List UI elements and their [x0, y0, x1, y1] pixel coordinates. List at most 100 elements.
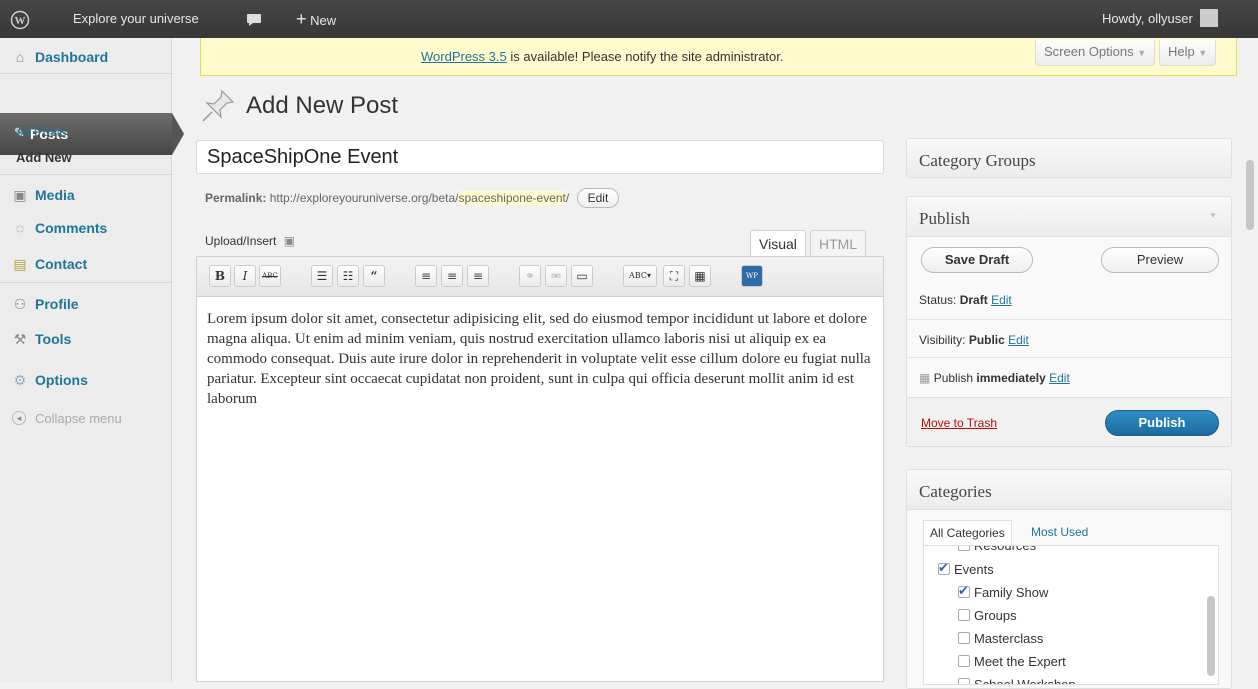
- sidebar-item-contact[interactable]: ▤ Contact: [0, 247, 172, 281]
- category-item[interactable]: Events: [938, 560, 994, 577]
- category-groups-title: Category Groups: [919, 151, 1036, 170]
- add-media-icon[interactable]: ▣: [284, 234, 295, 248]
- comments-icon[interactable]: [246, 0, 262, 38]
- blockquote-icon[interactable]: “: [363, 265, 385, 287]
- scrollbar-thumb[interactable]: [1207, 596, 1215, 676]
- editor-toolbar: B I ABC ☰ ☷ “ ≡ ≡ ≡ ⚭ ⚮ ▭ ABC▾ ⛶ ▦ WP: [197, 257, 883, 297]
- submenu-all-posts[interactable]: All Posts: [16, 124, 67, 139]
- collapse-icon: ◂: [12, 411, 26, 425]
- save-draft-button[interactable]: Save Draft: [921, 247, 1033, 273]
- category-checklist: Resources Events Family Show Groups Mast…: [923, 545, 1219, 685]
- publish-button[interactable]: Publish: [1105, 410, 1219, 436]
- tab-visual[interactable]: Visual: [750, 230, 806, 256]
- help-label: Help: [1168, 44, 1195, 59]
- edit-publish-time-link[interactable]: Edit: [1049, 371, 1070, 385]
- sidebar-item-media[interactable]: ▣ Media: [0, 178, 172, 212]
- kitchen-sink-icon[interactable]: ▦: [689, 265, 711, 287]
- contact-icon: ▤: [13, 256, 27, 272]
- post-title-input[interactable]: SpaceShipOne Event: [196, 140, 884, 174]
- category-label: Meet the Expert: [974, 654, 1066, 669]
- checkbox[interactable]: [958, 632, 970, 644]
- help-button[interactable]: Help ▼: [1159, 40, 1217, 66]
- menu-separator: [0, 73, 172, 74]
- tab-all-categories[interactable]: All Categories: [923, 520, 1012, 546]
- menu-separator: [0, 174, 172, 175]
- edit-permalink-button[interactable]: Edit: [576, 188, 620, 208]
- category-item[interactable]: Meet the Expert: [958, 654, 1066, 669]
- align-left-icon[interactable]: ≡: [415, 265, 437, 287]
- collapse-menu-button[interactable]: ◂ Collapse menu: [0, 402, 172, 436]
- update-link[interactable]: WordPress 3.5: [421, 49, 507, 64]
- admin-bar: W Explore your universe + New Howdy, oll…: [0, 0, 1258, 38]
- admin-sidebar: ⌂ Dashboard ✎ Posts All Posts Add New ▣ …: [0, 38, 184, 682]
- link-icon[interactable]: ⚭: [519, 265, 541, 287]
- site-name-link[interactable]: Explore your universe: [73, 0, 199, 38]
- sidebar-item-comments[interactable]: ◌ Comments: [0, 211, 172, 245]
- avatar: [1200, 9, 1219, 27]
- new-content-button[interactable]: + New: [296, 0, 336, 38]
- numbered-list-icon[interactable]: ☷: [337, 265, 359, 287]
- sidebar-item-label: Comments: [35, 220, 108, 236]
- category-item[interactable]: School Workshop: [958, 677, 1076, 684]
- spellcheck-icon[interactable]: ABC▾: [623, 265, 657, 287]
- visibility-row: Visibility: Public Edit: [919, 333, 1029, 347]
- fullscreen-icon[interactable]: ⛶: [663, 265, 685, 287]
- checkbox[interactable]: [958, 546, 970, 551]
- edit-visibility-link[interactable]: Edit: [1008, 333, 1029, 347]
- sidebar-item-tools[interactable]: ⚒ Tools: [0, 322, 172, 356]
- editor-content[interactable]: Lorem ipsum dolor sit amet, consectetur …: [207, 309, 872, 409]
- category-item[interactable]: Masterclass: [958, 631, 1043, 646]
- svg-text:W: W: [15, 15, 26, 27]
- sidebar-item-profile[interactable]: ⚇ Profile: [0, 287, 172, 321]
- screen-options-button[interactable]: Screen Options ▼: [1035, 40, 1156, 66]
- sidebar-item-options[interactable]: ⚙ Options: [0, 363, 172, 397]
- toggle-arrow-icon[interactable]: ▼: [1209, 211, 1217, 220]
- wp-icon[interactable]: WP: [741, 265, 763, 287]
- sidebar-item-label: Profile: [35, 296, 79, 312]
- sidebar-item-dashboard[interactable]: ⌂ Dashboard: [0, 40, 172, 74]
- upload-insert-row: Upload/Insert ▣: [205, 234, 295, 248]
- category-item[interactable]: Resources: [958, 546, 1036, 553]
- status-value: Draft: [959, 293, 988, 307]
- permalink-slug[interactable]: spaceshipone-event: [458, 191, 566, 205]
- align-right-icon[interactable]: ≡: [467, 265, 489, 287]
- upload-insert-label: Upload/Insert: [205, 234, 277, 248]
- active-menu-arrow: [172, 113, 184, 155]
- wordpress-logo-icon[interactable]: W: [10, 0, 30, 38]
- checkbox[interactable]: [958, 583, 970, 599]
- post-editor: B I ABC ☰ ☷ “ ≡ ≡ ≡ ⚭ ⚮ ▭ ABC▾ ⛶ ▦ WP Lo…: [196, 256, 884, 682]
- italic-button[interactable]: I: [234, 265, 256, 287]
- checkbox[interactable]: [958, 655, 970, 667]
- publish-time-label: Publish: [933, 371, 974, 385]
- preview-button[interactable]: Preview: [1101, 247, 1219, 273]
- chevron-down-icon: ▼: [1137, 48, 1147, 58]
- tools-icon: ⚒: [13, 331, 27, 347]
- publish-time-row: ▦ Publish immediately Edit: [919, 371, 1070, 385]
- checkbox[interactable]: [938, 560, 950, 576]
- unlink-icon[interactable]: ⚮: [545, 265, 567, 287]
- howdy-label: Howdy, ollyuser: [1102, 11, 1193, 26]
- status-row: Status: Draft Edit: [919, 293, 1012, 307]
- tab-html[interactable]: HTML: [810, 230, 867, 256]
- checkbox[interactable]: [958, 609, 970, 621]
- strikethrough-button[interactable]: ABC: [259, 265, 281, 287]
- more-tag-icon[interactable]: ▭: [571, 265, 593, 287]
- bold-button[interactable]: B: [209, 265, 231, 287]
- account-menu[interactable]: Howdy, ollyuser: [1102, 0, 1219, 38]
- category-item[interactable]: Family Show: [958, 583, 1048, 600]
- move-to-trash-link[interactable]: Move to Trash: [921, 416, 997, 430]
- options-icon: ⚙: [13, 372, 27, 388]
- category-groups-box: Category Groups: [906, 138, 1232, 178]
- pushpin-icon: [200, 88, 236, 129]
- tab-most-used[interactable]: Most Used: [1031, 520, 1088, 546]
- bullet-list-icon[interactable]: ☰: [311, 265, 333, 287]
- category-label: Masterclass: [974, 631, 1044, 646]
- align-center-icon[interactable]: ≡: [441, 265, 463, 287]
- submenu-add-new[interactable]: Add New: [16, 150, 72, 165]
- media-icon: ▣: [13, 187, 27, 203]
- page-scrollbar[interactable]: [1246, 160, 1254, 230]
- permalink-base: http://exploreyouruniverse.org/beta/: [269, 191, 459, 205]
- edit-status-link[interactable]: Edit: [991, 293, 1012, 307]
- divider: [907, 357, 1231, 358]
- category-item[interactable]: Groups: [958, 608, 1017, 623]
